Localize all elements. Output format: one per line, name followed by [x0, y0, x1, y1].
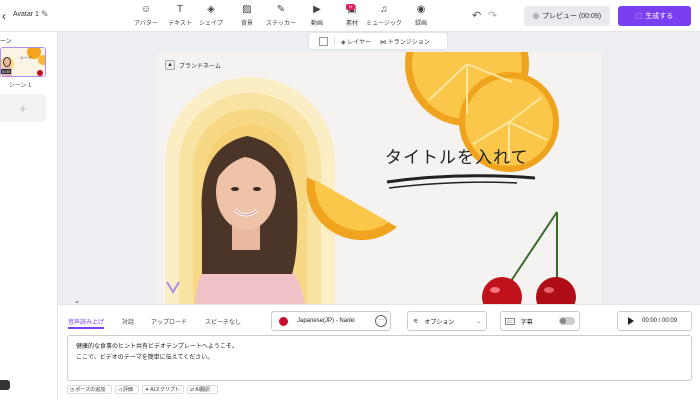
tool-label: シェイプ: [198, 21, 223, 27]
tool-record[interactable]: ◉ 録画: [403, 4, 439, 27]
chip-label: AI翻訳: [195, 387, 210, 393]
preview-label: プレビュー (00:09): [541, 13, 602, 20]
generate-label: 生成する: [645, 13, 674, 20]
ai-script-button[interactable]: ✦ AIスクリプト: [142, 385, 184, 394]
video-icon: ▶: [313, 4, 321, 15]
layer-button[interactable]: ◈ レイヤー: [341, 37, 371, 46]
tab-dialogue[interactable]: 対話: [122, 317, 134, 326]
color-swatch-icon[interactable]: [319, 36, 328, 46]
translate-icon: ⇄: [190, 386, 195, 393]
tool-avatar[interactable]: ☺ アバター: [128, 4, 164, 27]
japan-flag-icon: [279, 316, 288, 326]
options-dropdown[interactable]: ⚟ オプション ⌄: [407, 311, 487, 331]
tool-music[interactable]: ♫ ミュージック: [366, 4, 402, 27]
tab-no-speech[interactable]: スピーチなし: [205, 317, 241, 326]
add-pause-button[interactable]: ◷ ポーズの追加: [67, 385, 112, 394]
background-icon: ▨: [242, 4, 252, 15]
music-icon: ♫: [380, 4, 388, 15]
tab-text-to-speech[interactable]: 音声読み上げ: [68, 317, 104, 326]
ai-translate-button[interactable]: ⇄ AI翻訳: [187, 385, 218, 394]
shape-icon: ◈: [207, 4, 215, 15]
add-scene-button[interactable]: +: [0, 94, 46, 122]
new-badge: N: [346, 4, 355, 10]
canvas-toolbar: ◈ レイヤー ⋈ トランジション: [309, 33, 447, 49]
sticker-icon: ✎: [276, 4, 286, 15]
rating-button[interactable]: ◁ 評価: [115, 385, 139, 394]
speaker-icon: ◁: [118, 386, 122, 393]
more-icon[interactable]: ···: [375, 315, 387, 327]
back-arrow-icon[interactable]: ‹: [2, 9, 12, 23]
tab-upload[interactable]: アップロード: [151, 317, 187, 326]
clock-icon: ◷: [70, 386, 75, 393]
subtitles-toggle[interactable]: [559, 317, 575, 325]
brand-name: ブランドネーム: [179, 63, 221, 70]
tool-label: 録画: [414, 21, 427, 27]
playback-time: 00:00 / 00:09: [642, 318, 678, 324]
scene-panel-title: ーン: [0, 39, 12, 45]
transition-label: トランジション: [387, 39, 430, 46]
transition-icon: ⋈: [380, 39, 388, 46]
sliders-icon: ⚟: [413, 318, 419, 325]
undo-icon[interactable]: ↶: [472, 9, 481, 22]
image-icon: ▲: [165, 60, 175, 70]
script-line: 健康的な食事のヒント共有ビデオテンプレートへようこそ。: [76, 344, 238, 350]
chip-label: 評価: [122, 387, 133, 393]
scene-duration: 0:09: [1, 69, 11, 74]
record-icon: ◉: [416, 4, 426, 15]
edit-title-icon[interactable]: ✎: [41, 9, 49, 20]
play-icon: [628, 317, 634, 325]
options-label: オプション: [424, 319, 455, 326]
tool-label: アバター: [134, 21, 158, 27]
tool-shape[interactable]: ◈ シェイプ: [193, 4, 229, 27]
subtitles-label: 字幕: [520, 319, 533, 326]
headline-text[interactable]: タイトルを入れて: [385, 143, 529, 168]
chip-label: AIスクリプト: [150, 387, 180, 393]
scene-thumb-label: シーン: [20, 55, 32, 60]
ai-icon: ✦: [145, 386, 150, 393]
play-button[interactable]: 00:00 / 00:09: [617, 311, 692, 331]
divider: [334, 36, 335, 46]
chevron-down-icon: ⌄: [475, 318, 481, 325]
active-tab-indicator: [68, 327, 104, 329]
tool-label: ステッカー: [265, 21, 296, 27]
canvas-artwork: [165, 52, 576, 304]
tool-background[interactable]: ▨ 背景: [229, 4, 265, 27]
transition-button[interactable]: ⋈ トランジション: [380, 37, 430, 46]
project-title[interactable]: Avatar 1: [13, 11, 39, 18]
generate-button[interactable]: ⬚ 生成する: [618, 6, 691, 26]
tool-sticker[interactable]: ✎ ステッカー: [263, 4, 299, 27]
voice-label: Japanese(JP) - Naoki: [297, 318, 355, 324]
brand-logo[interactable]: ▲ ブランドネーム: [165, 60, 221, 70]
chip-label: ポーズの追加: [75, 387, 106, 393]
script-line: ここで、ビデオのテーマを簡単に伝えてください。: [76, 355, 214, 361]
play-circle-icon: ◎: [532, 13, 539, 20]
subtitles-toggle-group: CC 字幕: [500, 311, 580, 331]
video-canvas[interactable]: ▲ ブランドネーム タイトルを入れて: [157, 52, 602, 304]
tool-label: ミュージック: [366, 21, 402, 27]
scene-name: シーン 1: [8, 83, 32, 89]
export-icon: ⬚: [635, 13, 643, 20]
script-textarea[interactable]: 健康的な食事のヒント共有ビデオテンプレートへようこそ。 ここで、ビデオのテーマを…: [67, 335, 692, 381]
help-icon[interactable]: [0, 380, 10, 390]
layer-label: レイヤー: [347, 39, 372, 46]
tool-label: 動画: [310, 21, 323, 27]
tool-video[interactable]: ▶ 動画: [299, 4, 335, 27]
voice-selector[interactable]: Japanese(JP) - Naoki ···: [271, 311, 391, 331]
preview-button[interactable]: ◎ プレビュー (00:09): [524, 6, 610, 26]
tool-label: 素材: [345, 21, 358, 27]
tool-label: 背景: [240, 21, 253, 27]
cc-icon: CC: [505, 317, 515, 325]
avatar-icon: ☺: [140, 4, 152, 15]
redo-icon[interactable]: ↷: [488, 9, 497, 22]
